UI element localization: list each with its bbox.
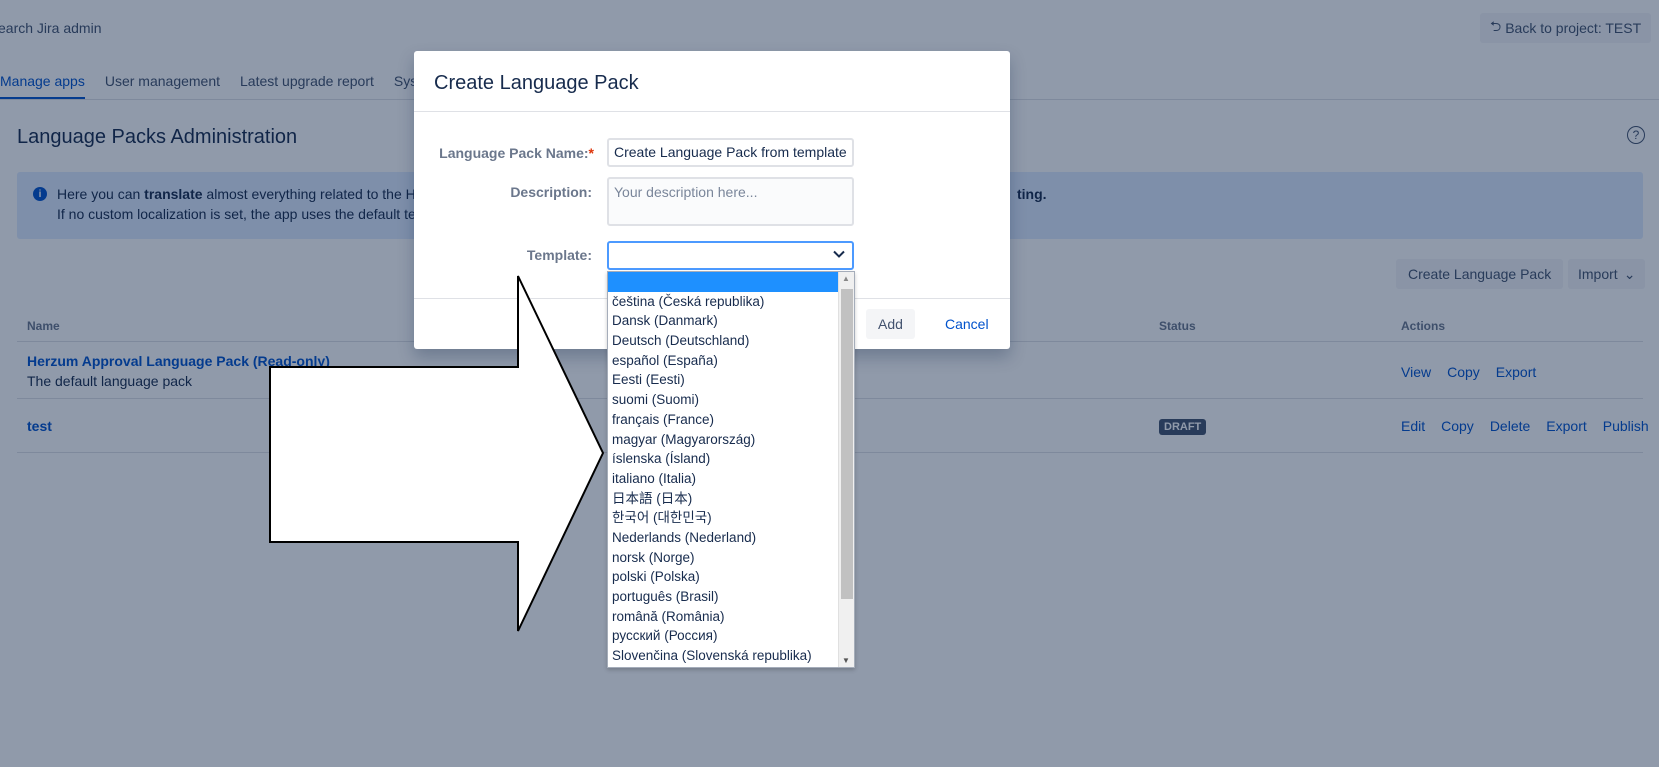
- scroll-down-icon[interactable]: ▼: [842, 656, 850, 665]
- scrollbar-thumb[interactable]: [841, 289, 853, 599]
- dropdown-option[interactable]: Deutsch (Deutschland): [608, 331, 839, 351]
- dropdown-option[interactable]: čeština (Česká republika): [608, 292, 839, 312]
- dropdown-option[interactable]: Nederlands (Nederland): [608, 528, 839, 548]
- dropdown-option[interactable]: français (France): [608, 410, 839, 430]
- dropdown-option[interactable]: polski (Polska): [608, 567, 839, 587]
- template-dropdown-list[interactable]: čeština (Česká republika) Dansk (Danmark)…: [607, 271, 855, 668]
- dropdown-scrollbar[interactable]: ▲ ▼: [838, 272, 854, 667]
- dropdown-option[interactable]: suomi (Suomi): [608, 390, 839, 410]
- dropdown-option[interactable]: íslenska (Ísland): [608, 449, 839, 469]
- dropdown-option[interactable]: norsk (Norge): [608, 548, 839, 568]
- scroll-up-icon[interactable]: ▲: [842, 274, 850, 283]
- dropdown-option[interactable]: [608, 272, 839, 292]
- dropdown-option[interactable]: română (România): [608, 607, 839, 627]
- dropdown-option[interactable]: 한국어 (대한민국): [608, 508, 839, 528]
- dropdown-option[interactable]: русский (Россия): [608, 626, 839, 646]
- dropdown-option[interactable]: português (Brasil): [608, 587, 839, 607]
- dropdown-option[interactable]: italiano (Italia): [608, 469, 839, 489]
- dropdown-option[interactable]: español (España): [608, 351, 839, 371]
- dropdown-option[interactable]: Eesti (Eesti): [608, 370, 839, 390]
- dropdown-option[interactable]: Slovenčina (Slovenská republika): [608, 646, 839, 666]
- dropdown-option[interactable]: magyar (Magyarország): [608, 430, 839, 450]
- dropdown-options: čeština (Česká republika) Dansk (Danmark)…: [608, 272, 854, 666]
- dropdown-option[interactable]: Dansk (Danmark): [608, 311, 839, 331]
- dropdown-option[interactable]: 日本語 (日本): [608, 489, 839, 509]
